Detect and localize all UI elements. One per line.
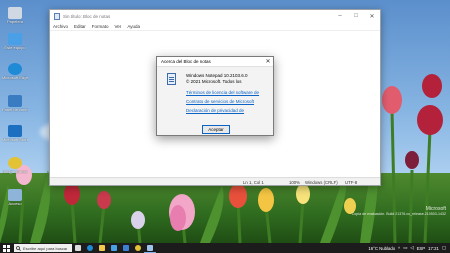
- chrome-icon: [8, 157, 22, 169]
- notepad-icon: [147, 244, 153, 251]
- menu-help[interactable]: Ayuda: [127, 24, 140, 29]
- desktop-icon-store[interactable]: Microsoft Store: [2, 125, 28, 142]
- taskbar-task-view[interactable]: [72, 243, 84, 253]
- about-dialog-title: Acerca del Bloc de notas: [161, 59, 211, 64]
- about-dialog: Acerca del Bloc de notas ✕ Windows Notep…: [156, 56, 274, 136]
- minimize-button[interactable]: –: [332, 10, 348, 22]
- about-dialog-title-bar[interactable]: Acerca del Bloc de notas ✕: [157, 57, 273, 66]
- menu-view[interactable]: Ver: [115, 24, 122, 29]
- notification-icon[interactable]: ▢: [442, 245, 446, 251]
- desktop-icon-control-panel[interactable]: Panel de control: [2, 95, 28, 112]
- menu-edit[interactable]: Editar: [74, 24, 86, 29]
- about-dialog-body: Windows Notepad 10.2103.6.0 © 2021 Micro…: [157, 66, 273, 135]
- close-button[interactable]: ✕: [364, 10, 380, 22]
- desktop-icon-this-pc[interactable]: Este equipo: [2, 33, 28, 50]
- status-line-ending: Windows (CRLF): [305, 179, 338, 185]
- network-icon[interactable]: ▭: [403, 245, 407, 251]
- desktop-icon-edge[interactable]: Microsoft Edge: [2, 63, 28, 80]
- taskbar: Escribe aquí para buscar 16°C Nublado ^ …: [0, 243, 450, 253]
- recycle-bin-icon: [8, 7, 22, 19]
- services-agreement-link[interactable]: Contrato de servicios de Microsoft: [186, 99, 254, 104]
- store-icon: [8, 125, 22, 137]
- desktop-icon-shortcut[interactable]: Acceso: [2, 189, 28, 206]
- weather-widget[interactable]: 16°C Nublado: [368, 246, 395, 251]
- desktop-icon-chrome[interactable]: Google Chrome: [2, 157, 28, 174]
- search-placeholder: Escribe aquí para buscar: [23, 245, 68, 251]
- start-button[interactable]: [0, 243, 12, 253]
- computer-icon: [8, 33, 22, 45]
- notepad-icon: [167, 73, 176, 85]
- taskbar-chrome[interactable]: [132, 243, 144, 253]
- volume-icon[interactable]: ◁: [410, 245, 413, 251]
- shortcut-icon: [8, 189, 22, 201]
- notepad-icon: [54, 12, 60, 20]
- control-panel-icon: [8, 95, 22, 107]
- close-icon[interactable]: ✕: [263, 58, 273, 65]
- task-view-icon: [75, 245, 81, 251]
- status-position: Ln 1, Col 1: [243, 179, 264, 185]
- menu-file[interactable]: Archivo: [53, 24, 68, 29]
- edge-icon: [8, 63, 22, 75]
- taskbar-search-box[interactable]: Escribe aquí para buscar: [14, 244, 72, 252]
- file-explorer-icon: [99, 245, 105, 251]
- desktop-icon-recycle-bin[interactable]: Papelera: [2, 7, 28, 24]
- notepad-title-bar[interactable]: Sin título: Bloc de notas – □ ✕: [50, 10, 380, 22]
- evaluation-watermark: Microsoft Copia de evaluación. Build 213…: [352, 206, 446, 216]
- notepad-title: Sin título: Bloc de notas: [63, 13, 111, 19]
- taskbar-mail[interactable]: [120, 243, 132, 253]
- taskbar-edge[interactable]: [84, 243, 96, 253]
- menu-format[interactable]: Formato: [92, 24, 109, 29]
- notepad-status-bar: Ln 1, Col 1 100% Windows (CRLF) UTF-8: [50, 177, 380, 185]
- ok-button[interactable]: Aceptar: [202, 125, 230, 134]
- taskbar-store[interactable]: [108, 243, 120, 253]
- license-terms-link[interactable]: Términos de licencia del software de: [186, 90, 259, 95]
- windows-logo-icon: [2, 244, 10, 252]
- taskbar-notepad[interactable]: [144, 243, 156, 253]
- maximize-button[interactable]: □: [348, 10, 364, 22]
- clock[interactable]: 17:21: [428, 246, 439, 251]
- status-encoding: UTF-8: [345, 179, 358, 185]
- search-icon: [16, 245, 21, 251]
- input-language[interactable]: ESP: [417, 246, 426, 251]
- notepad-menu-bar: Archivo Editar Formato Ver Ayuda: [50, 22, 380, 30]
- mail-icon: [123, 245, 129, 251]
- product-version: Windows Notepad 10.2103.6.0: [186, 73, 248, 78]
- store-icon: [111, 245, 117, 251]
- status-zoom: 100%: [289, 179, 300, 185]
- taskbar-file-explorer[interactable]: [96, 243, 108, 253]
- privacy-statement-link[interactable]: Declaración de privacidad de: [186, 108, 244, 113]
- chevron-up-icon[interactable]: ^: [398, 246, 400, 251]
- chrome-icon: [135, 245, 141, 251]
- copyright-text: © 2021 Microsoft. Todos los: [186, 79, 242, 84]
- edge-icon: [87, 245, 93, 251]
- watermark-build: Copia de evaluación. Build 21376.co_rele…: [351, 212, 446, 216]
- system-tray: 16°C Nublado ^ ▭ ◁ ESP 17:21 ▢: [368, 245, 450, 251]
